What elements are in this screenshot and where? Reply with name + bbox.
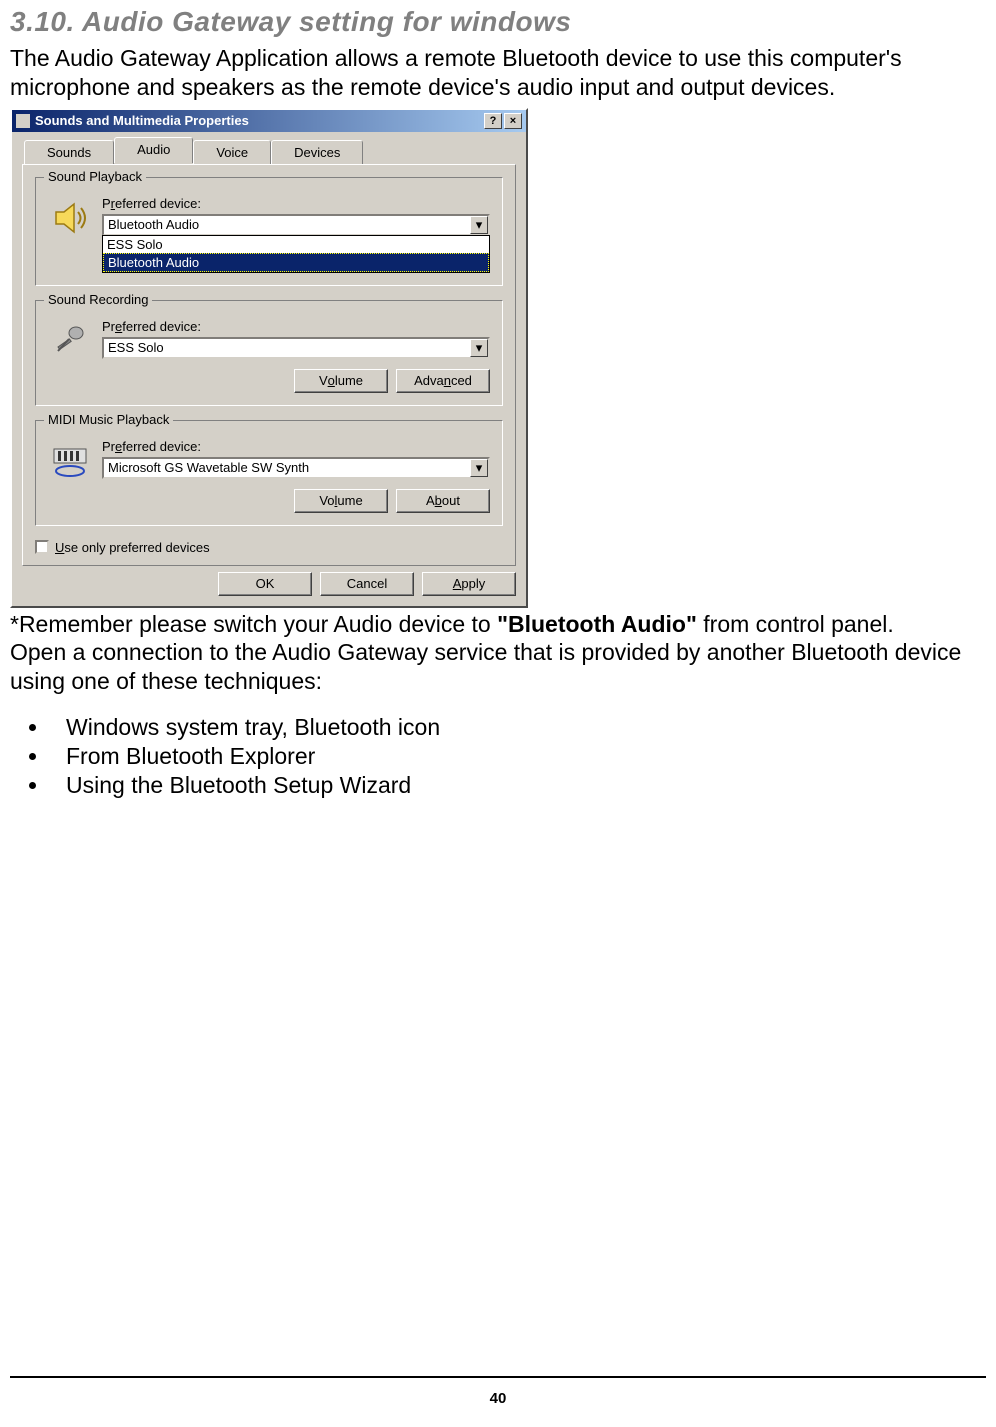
use-only-preferred-row[interactable]: Use only preferred devices — [35, 540, 503, 555]
section-heading: 3.10. Audio Gateway setting for windows — [10, 6, 986, 38]
page-number: 40 — [10, 1390, 986, 1407]
recording-device-combo[interactable]: ESS Solo ▾ — [102, 337, 490, 359]
midi-device-selected: Microsoft GS Wavetable SW Synth — [104, 460, 470, 475]
recording-device-selected: ESS Solo — [104, 340, 470, 355]
apply-button[interactable]: Apply — [422, 572, 516, 596]
techniques-list: Windows system tray, Bluetooth icon From… — [50, 714, 986, 799]
legend-midi: MIDI Music Playback — [44, 412, 173, 427]
microphone-icon — [48, 319, 92, 363]
tab-audio[interactable]: Audio — [114, 137, 193, 163]
playback-option-ess[interactable]: ESS Solo — [103, 236, 489, 253]
midi-device-combo[interactable]: Microsoft GS Wavetable SW Synth ▾ — [102, 457, 490, 479]
technique-item: Using the Bluetooth Setup Wizard — [50, 772, 986, 799]
speaker-icon — [48, 196, 92, 240]
recording-combo-chevron-icon[interactable]: ▾ — [470, 339, 488, 357]
ok-button[interactable]: OK — [218, 572, 312, 596]
midi-about-button[interactable]: About — [396, 489, 490, 513]
playback-device-combo[interactable]: Bluetooth Audio ▾ — [102, 214, 490, 236]
tab-sounds[interactable]: Sounds — [24, 140, 114, 166]
legend-playback: Sound Playback — [44, 169, 146, 184]
use-only-label: Use only preferred devices — [55, 540, 210, 555]
midi-volume-button[interactable]: Volume — [294, 489, 388, 513]
playback-device-selected: Bluetooth Audio — [104, 217, 470, 232]
use-only-checkbox[interactable] — [35, 540, 49, 554]
intro-paragraph: The Audio Gateway Application allows a r… — [10, 44, 986, 102]
titlebar-help-button[interactable]: ? — [484, 113, 502, 129]
titlebar-title: Sounds and Multimedia Properties — [35, 113, 484, 128]
titlebar-close-button[interactable]: × — [504, 113, 522, 129]
playback-pref-label: Preferred device: — [102, 196, 490, 211]
playback-dropdown-list[interactable]: ESS Solo Bluetooth Audio — [102, 235, 490, 273]
cancel-button[interactable]: Cancel — [320, 572, 414, 596]
tab-devices[interactable]: Devices — [271, 140, 363, 166]
recording-pref-label: Preferred device: — [102, 319, 490, 334]
groupbox-midi: MIDI Music Playback — [35, 420, 503, 526]
groupbox-recording: Sound Recording Preferred device: — [35, 300, 503, 406]
tabs-bar: Sounds Audio Voice Devices — [24, 138, 516, 164]
midi-icon — [48, 439, 92, 483]
titlebar[interactable]: Sounds and Multimedia Properties ? × — [12, 110, 526, 132]
note-text: *Remember please switch your Audio devic… — [10, 610, 986, 696]
page-footer: 40 — [10, 1376, 986, 1407]
sound-properties-dialog: Sounds and Multimedia Properties ? × Sou… — [10, 108, 528, 608]
titlebar-app-icon — [16, 114, 30, 128]
legend-recording: Sound Recording — [44, 292, 152, 307]
tab-voice[interactable]: Voice — [193, 140, 271, 166]
recording-advanced-button[interactable]: Advanced — [396, 369, 490, 393]
playback-option-bluetooth[interactable]: Bluetooth Audio — [103, 253, 489, 272]
tab-panel-audio: Sound Playback Preferred device: — [22, 164, 516, 566]
technique-item: Windows system tray, Bluetooth icon — [50, 714, 986, 741]
playback-combo-chevron-icon[interactable]: ▾ — [470, 216, 488, 234]
technique-item: From Bluetooth Explorer — [50, 743, 986, 770]
groupbox-playback: Sound Playback Preferred device: — [35, 177, 503, 286]
footer-rule — [10, 1376, 986, 1378]
midi-pref-label: Preferred device: — [102, 439, 490, 454]
recording-volume-button[interactable]: Volume — [294, 369, 388, 393]
midi-combo-chevron-icon[interactable]: ▾ — [470, 459, 488, 477]
